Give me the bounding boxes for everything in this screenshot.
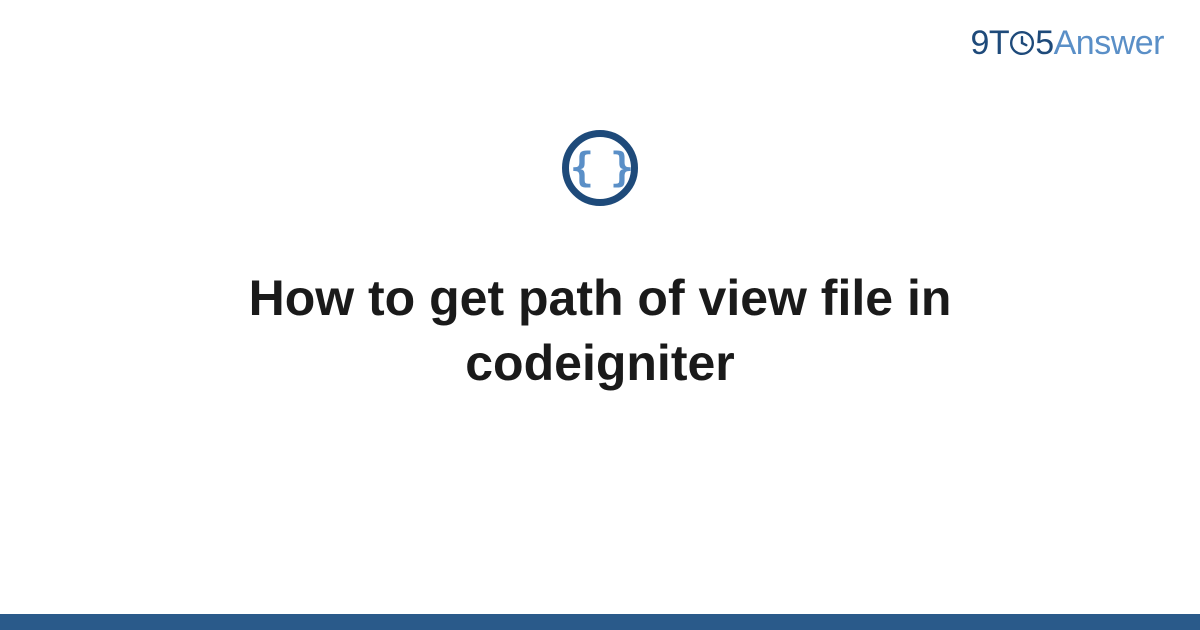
- brand-logo: 9T5Answer: [971, 24, 1165, 63]
- main-content: { } How to get path of view file in code…: [0, 130, 1200, 396]
- clock-icon: [1009, 30, 1035, 56]
- braces-glyph: { }: [570, 148, 630, 188]
- code-braces-icon: { }: [562, 130, 638, 206]
- brand-t: T: [989, 24, 1009, 62]
- brand-nine: 9: [971, 24, 989, 62]
- footer-accent-bar: [0, 614, 1200, 630]
- brand-five: 5: [1035, 24, 1053, 62]
- page-title: How to get path of view file in codeigni…: [150, 266, 1050, 396]
- brand-answer: Answer: [1054, 24, 1164, 62]
